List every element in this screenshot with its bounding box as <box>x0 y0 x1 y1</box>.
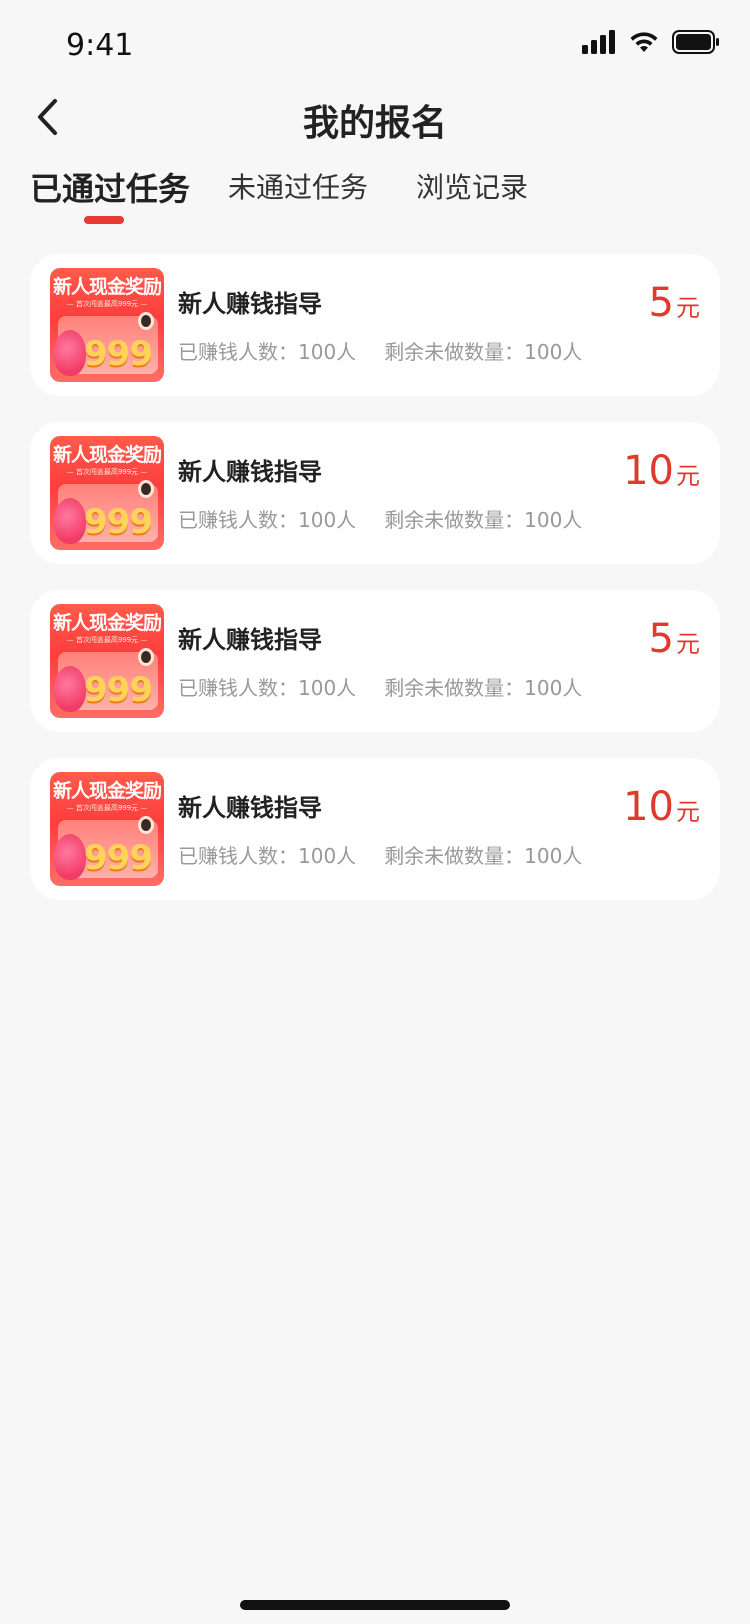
thumbnail-number: 999 <box>84 670 153 710</box>
battery-icon <box>672 30 719 54</box>
task-title: 新人赚钱指导 <box>178 626 322 654</box>
task-title: 新人赚钱指导 <box>178 794 322 822</box>
task-thumbnail: 新人现金奖励 — 首次闯盖最高999元 — 999 <box>50 772 164 886</box>
status-icons <box>582 30 720 54</box>
task-reward: 5元 <box>649 280 700 326</box>
task-title: 新人赚钱指导 <box>178 290 322 318</box>
status-bar: 9:41 <box>0 0 750 90</box>
earned-count: 已赚钱人数：100人 <box>178 844 357 868</box>
task-meta: 已赚钱人数：100人 剩余未做数量：100人 <box>178 840 582 869</box>
thumbnail-subtitle: — 首次闯盖最高999元 — <box>66 636 148 644</box>
person-icon <box>138 480 154 498</box>
task-card[interactable]: 新人现金奖励 — 首次闯盖最高999元 — 999 新人赚钱指导 已赚钱人数：1… <box>30 422 720 564</box>
task-list: 新人现金奖励 — 首次闯盖最高999元 — 999 新人赚钱指导 已赚钱人数：1… <box>30 254 720 926</box>
nav-bar: 我的报名 <box>0 90 750 144</box>
reward-unit: 元 <box>676 798 700 826</box>
mascot-icon <box>54 330 86 376</box>
page-title: 我的报名 <box>302 103 447 144</box>
mascot-icon <box>54 834 86 880</box>
thumbnail-number: 999 <box>84 502 153 542</box>
task-thumbnail: 新人现金奖励 — 首次闯盖最高999元 — 999 <box>50 436 164 550</box>
earned-count: 已赚钱人数：100人 <box>178 340 357 364</box>
reward-unit: 元 <box>676 294 700 322</box>
earned-count: 已赚钱人数：100人 <box>178 676 357 700</box>
thumbnail-title: 新人现金奖励 <box>52 780 162 802</box>
reward-amount: 5 <box>648 616 674 662</box>
tab-failed-tasks[interactable]: 未通过任务 <box>228 166 368 206</box>
task-thumbnail: 新人现金奖励 — 首次闯盖最高999元 — 999 <box>50 604 164 718</box>
cellular-signal-icon <box>582 30 615 54</box>
task-reward: 5元 <box>649 616 700 662</box>
reward-amount: 10 <box>623 784 674 830</box>
wifi-icon <box>630 32 658 52</box>
thumbnail-number: 999 <box>84 838 153 878</box>
remaining-count: 剩余未做数量：100人 <box>384 844 583 868</box>
task-meta: 已赚钱人数：100人 剩余未做数量：100人 <box>178 336 582 365</box>
task-title: 新人赚钱指导 <box>178 458 322 486</box>
remaining-count: 剩余未做数量：100人 <box>384 340 583 364</box>
task-card[interactable]: 新人现金奖励 — 首次闯盖最高999元 — 999 新人赚钱指导 已赚钱人数：1… <box>30 590 720 732</box>
mascot-icon <box>54 666 86 712</box>
thumbnail-subtitle: — 首次闯盖最高999元 — <box>66 804 148 812</box>
person-icon <box>138 816 154 834</box>
person-icon <box>138 648 154 666</box>
task-thumbnail: 新人现金奖励 — 首次闯盖最高999元 — 999 <box>50 268 164 382</box>
reward-unit: 元 <box>676 462 700 490</box>
mascot-icon <box>54 498 86 544</box>
tab-bar: 已通过任务 未通过任务 浏览记录 <box>0 166 750 226</box>
task-reward: 10元 <box>623 784 700 830</box>
tab-passed-tasks[interactable]: 已通过任务 <box>30 164 190 210</box>
thumbnail-title: 新人现金奖励 <box>52 276 162 298</box>
tab-browse-history[interactable]: 浏览记录 <box>416 166 528 206</box>
earned-count: 已赚钱人数：100人 <box>178 508 357 532</box>
task-meta: 已赚钱人数：100人 剩余未做数量：100人 <box>178 504 582 533</box>
task-card[interactable]: 新人现金奖励 — 首次闯盖最高999元 — 999 新人赚钱指导 已赚钱人数：1… <box>30 758 720 900</box>
task-reward: 10元 <box>623 448 700 494</box>
thumbnail-title: 新人现金奖励 <box>52 444 162 466</box>
remaining-count: 剩余未做数量：100人 <box>384 676 583 700</box>
thumbnail-subtitle: — 首次闯盖最高999元 — <box>66 300 148 308</box>
reward-amount: 5 <box>648 280 674 326</box>
reward-unit: 元 <box>676 630 700 658</box>
person-icon <box>138 312 154 330</box>
remaining-count: 剩余未做数量：100人 <box>384 508 583 532</box>
thumbnail-title: 新人现金奖励 <box>52 612 162 634</box>
thumbnail-subtitle: — 首次闯盖最高999元 — <box>66 468 148 476</box>
home-indicator <box>240 1600 510 1610</box>
thumbnail-number: 999 <box>84 334 153 374</box>
reward-amount: 10 <box>623 448 674 494</box>
task-card[interactable]: 新人现金奖励 — 首次闯盖最高999元 — 999 新人赚钱指导 已赚钱人数：1… <box>30 254 720 396</box>
active-tab-indicator <box>84 216 124 224</box>
status-time: 9:41 <box>66 28 134 63</box>
task-meta: 已赚钱人数：100人 剩余未做数量：100人 <box>178 672 582 701</box>
